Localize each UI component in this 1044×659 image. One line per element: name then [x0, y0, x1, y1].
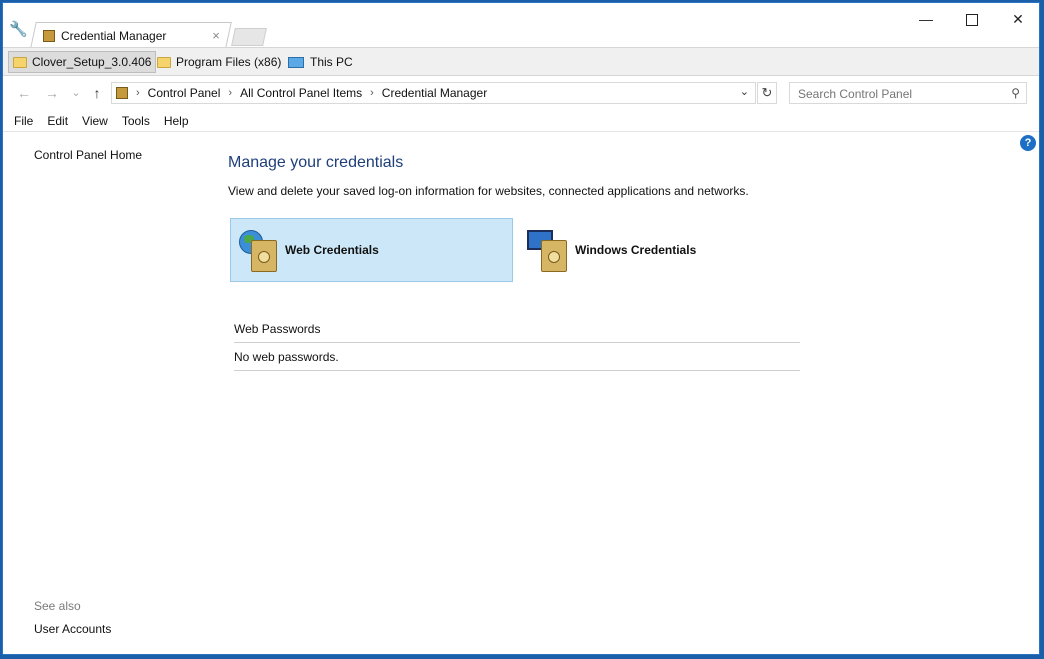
navigation-bar: ← → ⌄ ↑ › Control Panel › All Control Pa… — [3, 76, 1039, 110]
control-panel-home-link[interactable]: Control Panel Home — [34, 148, 142, 162]
search-input[interactable] — [796, 84, 1000, 104]
menu-view[interactable]: View — [82, 114, 108, 128]
recent-locations-button[interactable]: ⌄ — [67, 84, 85, 102]
windows-credentials-icon — [527, 226, 567, 274]
maximize-button[interactable] — [949, 7, 995, 31]
favorite-label: Program Files (x86) — [176, 55, 282, 69]
favorite-this-pc[interactable]: This PC — [284, 51, 357, 73]
empty-message: No web passwords. — [234, 343, 800, 371]
page-description: View and delete your saved log-on inform… — [228, 184, 749, 198]
favorite-label: This PC — [310, 55, 353, 69]
favorite-clover-setup[interactable]: Clover_Setup_3.0.406 — [8, 51, 157, 73]
explorer-window: 🔧 Credential Manager × — ✕ Clover_Setup_… — [2, 2, 1040, 655]
menu-edit[interactable]: Edit — [47, 114, 68, 128]
see-also-label: See also — [34, 599, 81, 613]
folder-icon — [157, 56, 171, 68]
breadcrumb-control-panel[interactable]: Control Panel — [148, 86, 221, 100]
page-title: Manage your credentials — [228, 154, 404, 171]
back-button[interactable]: ← — [15, 84, 33, 102]
address-dropdown-icon[interactable]: ⌄ — [740, 85, 749, 98]
windows-credentials-label: Windows Credentials — [575, 243, 697, 257]
tab-title: Credential Manager — [61, 29, 167, 43]
web-credentials-button[interactable]: Web Credentials — [230, 218, 513, 282]
favorites-bar: Clover_Setup_3.0.406 Program Files (x86)… — [3, 47, 1039, 76]
menu-bar: File Edit View Tools Help — [3, 110, 1039, 132]
web-credentials-icon — [237, 226, 277, 274]
breadcrumb-separator: › — [136, 87, 140, 99]
search-box: ⚲ — [789, 82, 1027, 104]
forward-button[interactable]: → — [43, 84, 61, 102]
section-title: Web Passwords — [234, 322, 800, 343]
favorite-label: Clover_Setup_3.0.406 — [32, 55, 152, 69]
vault-icon — [251, 240, 277, 272]
menu-help[interactable]: Help — [164, 114, 189, 128]
tab-credential-manager[interactable]: Credential Manager × — [43, 25, 223, 47]
content-area: ? Control Panel Home See also User Accou… — [3, 132, 1039, 654]
help-icon[interactable]: ? — [1020, 135, 1036, 151]
vault-icon — [541, 240, 567, 272]
refresh-button[interactable]: ↻ — [757, 82, 777, 104]
new-tab-button[interactable] — [231, 28, 267, 46]
menu-file[interactable]: File — [14, 114, 33, 128]
folder-icon — [13, 56, 27, 68]
up-button[interactable]: ↑ — [88, 84, 106, 102]
menu-tools[interactable]: Tools — [122, 114, 150, 128]
breadcrumb-all-items[interactable]: All Control Panel Items — [240, 86, 362, 100]
breadcrumb-credential-manager[interactable]: Credential Manager — [382, 86, 487, 100]
close-button[interactable]: ✕ — [995, 7, 1039, 31]
web-credentials-label: Web Credentials — [285, 243, 379, 257]
tab-close-icon[interactable]: × — [209, 29, 223, 43]
favorite-program-files[interactable]: Program Files (x86) — [153, 51, 285, 73]
wrench-icon[interactable]: 🔧 — [9, 21, 28, 39]
search-icon[interactable]: ⚲ — [1011, 86, 1020, 100]
breadcrumb-separator: › — [228, 87, 233, 99]
minimize-button[interactable]: — — [903, 7, 949, 31]
web-passwords-section: Web Passwords No web passwords. — [234, 322, 800, 371]
title-bar: 🔧 Credential Manager × — ✕ — [3, 3, 1039, 48]
control-panel-icon — [116, 87, 128, 99]
windows-credentials-button[interactable]: Windows Credentials — [521, 218, 804, 282]
credential-manager-icon — [43, 30, 55, 42]
address-bar[interactable]: › Control Panel › All Control Panel Item… — [111, 82, 756, 104]
computer-icon — [288, 56, 304, 68]
maximize-icon — [966, 14, 978, 27]
breadcrumb-separator: › — [370, 87, 374, 99]
user-accounts-link[interactable]: User Accounts — [34, 622, 111, 636]
